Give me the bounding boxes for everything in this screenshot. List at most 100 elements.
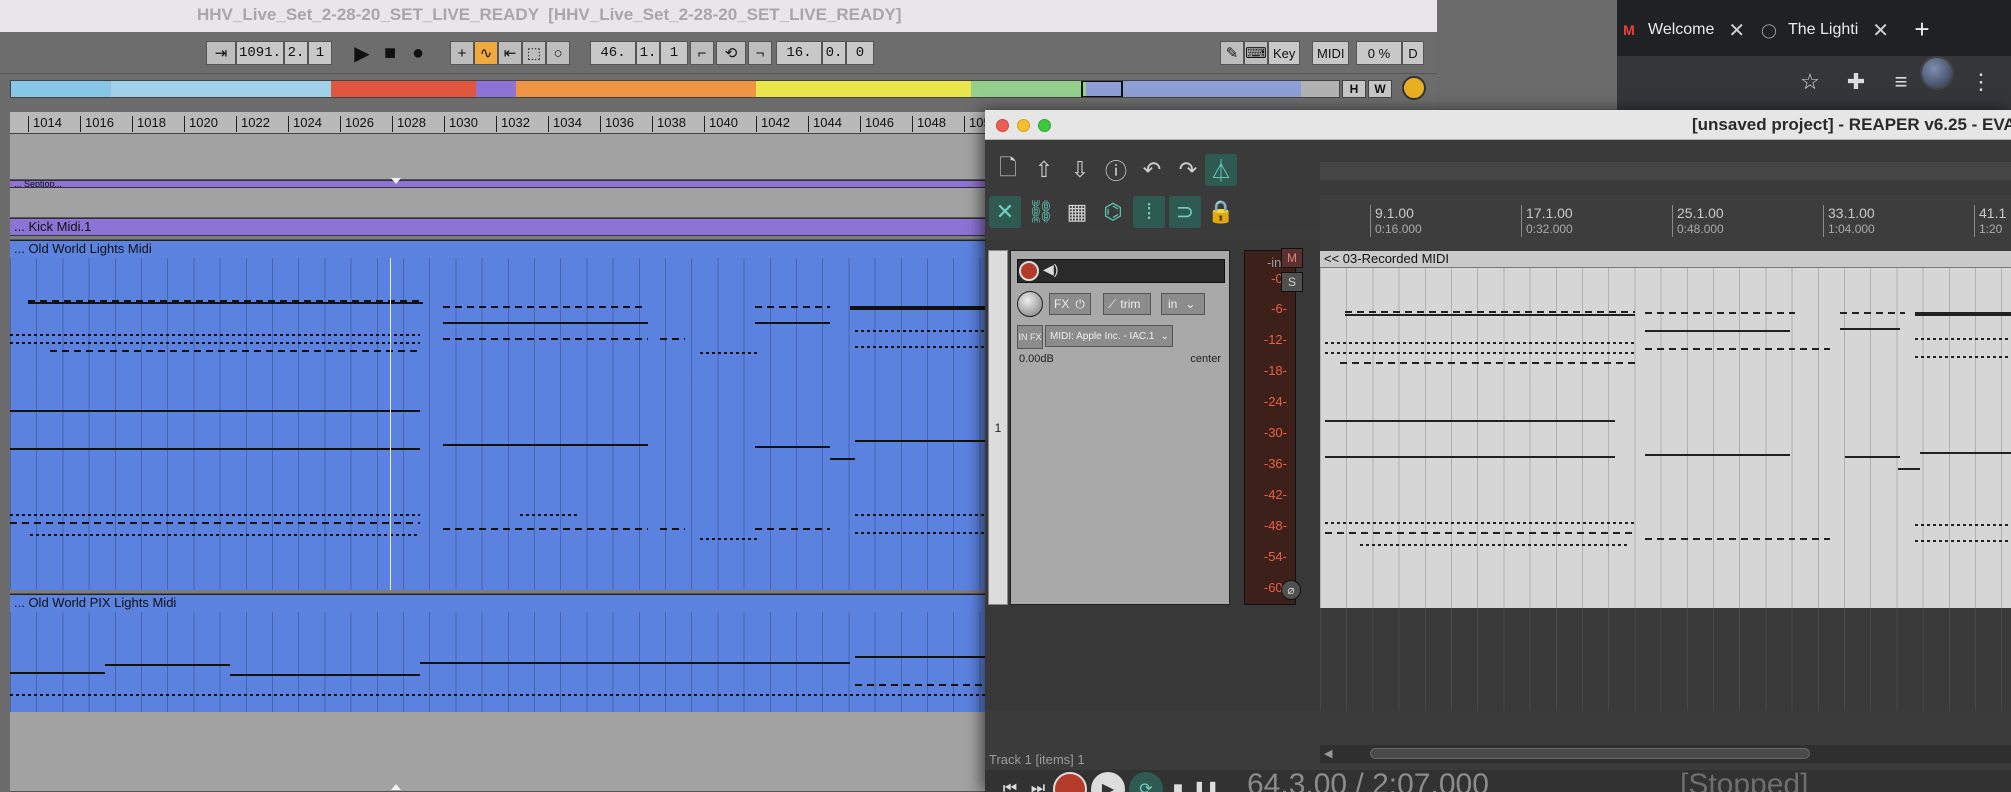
clip-header-old-world-lights[interactable]: ... Old World Lights Midi bbox=[10, 240, 995, 258]
reaper-timeline-ruler[interactable]: 9.1.00 0:16.000 17.1.00 0:32.000 25.1.00 0:… bbox=[1320, 195, 2011, 250]
play-button[interactable]: ▶ bbox=[350, 41, 374, 65]
pan-readout: center bbox=[1190, 353, 1221, 365]
arrangement-tracks[interactable]: ... Septiop... ... Kick Midi.1 ... Old W… bbox=[10, 134, 995, 792]
clip-header-old-world-pix-lights[interactable]: ... Old World PIX Lights Midi bbox=[10, 594, 995, 612]
fx-button[interactable]: FX ⏻ bbox=[1049, 293, 1091, 315]
record-input-selector[interactable]: MIDI: Apple Inc. - IAC.1 ⌄ bbox=[1045, 325, 1173, 347]
song-position-sixteenth[interactable]: 1 bbox=[308, 41, 332, 65]
loop-length-beat[interactable]: 0. bbox=[822, 41, 846, 65]
new-project-icon[interactable]: 🗋 bbox=[992, 154, 1024, 186]
chevron-down-icon: ⌄ bbox=[1160, 330, 1169, 342]
punch-in-icon[interactable]: ⌐ bbox=[690, 41, 714, 65]
ruler-tick: 1042 bbox=[756, 116, 790, 132]
loop-length-sixteenth[interactable]: 0 bbox=[846, 41, 874, 65]
loop-start-sixteenth[interactable]: 1 bbox=[660, 41, 688, 65]
loop-switch-icon[interactable]: ⟲ bbox=[716, 41, 746, 65]
record-button[interactable] bbox=[1053, 772, 1087, 792]
overview-viewport[interactable] bbox=[1081, 81, 1123, 97]
open-project-icon[interactable]: ⇩ bbox=[1064, 154, 1096, 186]
close-icon[interactable]: ✕ bbox=[1728, 18, 1745, 43]
menu-icon[interactable] bbox=[1402, 76, 1426, 100]
midi-item-header[interactable]: << 03-Recorded MIDI bbox=[1320, 251, 2011, 268]
reaper-title-bar: [unsaved project] - REAPER v6.25 - EVALU… bbox=[985, 110, 2011, 140]
song-position-bar[interactable]: 1091. bbox=[236, 41, 284, 65]
session-record-icon[interactable]: ○ bbox=[546, 41, 570, 65]
play-button[interactable]: ▶ bbox=[1091, 772, 1125, 792]
punch-out-icon[interactable]: ¬ bbox=[748, 41, 772, 65]
minimize-window-button[interactable] bbox=[1017, 119, 1030, 132]
item-grouping-icon[interactable]: ⛓ bbox=[1025, 196, 1057, 228]
loop-points-link-icon[interactable]: ⊃ bbox=[1169, 196, 1201, 228]
arrangement-overview[interactable] bbox=[10, 80, 1340, 98]
pause-button[interactable]: ❚❚ bbox=[1189, 772, 1223, 792]
horizontal-scrollbar[interactable]: ◀ bbox=[1320, 745, 2011, 763]
clip-body-old-world-lights[interactable] bbox=[10, 258, 995, 590]
mute-button[interactable]: M bbox=[1281, 248, 1303, 268]
speaker-icon[interactable]: ◀) bbox=[1043, 261, 1063, 281]
playhead-line bbox=[390, 258, 391, 590]
envelope-link-icon[interactable]: ⌬ bbox=[1097, 196, 1129, 228]
input-fx-button[interactable]: IN FX bbox=[1017, 325, 1043, 349]
browser-tab-the-lighting[interactable]: ◯ The Lighti ✕ bbox=[1750, 12, 1899, 48]
extensions-icon[interactable]: ✚ bbox=[1840, 66, 1872, 98]
ripple-edit-icon[interactable]: ✕ bbox=[989, 196, 1021, 228]
overview-h-button[interactable]: H bbox=[1342, 80, 1366, 98]
midi-item[interactable] bbox=[1320, 268, 2011, 608]
empty-track-lane[interactable] bbox=[10, 134, 995, 180]
go-to-end-icon[interactable]: ⏭ bbox=[1021, 772, 1055, 792]
empty-track-lane[interactable] bbox=[10, 712, 995, 792]
stop-button[interactable]: ■ bbox=[378, 41, 402, 65]
overview-w-button[interactable]: W bbox=[1368, 80, 1392, 98]
follow-icon[interactable]: ⇥ bbox=[206, 41, 236, 65]
input-monitor-button[interactable]: in ⌄ bbox=[1161, 293, 1205, 315]
lock-icon[interactable]: 🔒 bbox=[1205, 196, 1237, 228]
save-project-icon[interactable]: ⇧ bbox=[1028, 154, 1060, 186]
midi-map-button[interactable]: MIDI bbox=[1312, 41, 1350, 65]
phase-invert-icon[interactable]: ⌀ bbox=[1281, 580, 1301, 600]
redo-icon[interactable]: ↷ bbox=[1172, 154, 1204, 186]
metronome-icon[interactable]: ⏃ bbox=[1205, 154, 1237, 186]
new-tab-button[interactable]: + bbox=[1907, 14, 1937, 44]
loop-start-beat[interactable]: 1. bbox=[636, 41, 660, 65]
play-state-display: [Stopped] bbox=[1680, 770, 1809, 792]
clip-header-septiop[interactable]: ... Septiop... bbox=[10, 180, 995, 188]
song-position-beat[interactable]: 2. bbox=[284, 41, 308, 65]
track-control-panel[interactable]: ◀) FX ⏻ ⟋ trim in ⌄ IN FX MIDI: Apple Inc. … bbox=[1010, 250, 1230, 605]
draw-mode-icon[interactable]: ✎ bbox=[1220, 41, 1244, 65]
loop-length-bar[interactable]: 16. bbox=[776, 41, 822, 65]
grid-icon[interactable]: ▦ bbox=[1061, 196, 1093, 228]
loop-start-bar[interactable]: 46. bbox=[590, 41, 636, 65]
more-menu-icon[interactable]: ⋮ bbox=[1965, 66, 1997, 98]
record-arm-icon[interactable] bbox=[1019, 261, 1039, 281]
undo-icon[interactable]: ↶ bbox=[1136, 154, 1168, 186]
zoom-window-button[interactable] bbox=[1038, 119, 1051, 132]
scroll-left-icon[interactable]: ◀ bbox=[1324, 747, 1332, 760]
key-map-button[interactable]: Key bbox=[1268, 41, 1301, 65]
clip-header-kick-midi[interactable]: ... Kick Midi.1 bbox=[10, 218, 995, 236]
profile-avatar[interactable] bbox=[1920, 56, 1954, 90]
capture-icon[interactable]: ⬚ bbox=[522, 41, 546, 65]
automation-arm-icon[interactable]: ∿ bbox=[474, 41, 498, 65]
snap-grid-icon[interactable]: ⁞ bbox=[1133, 196, 1165, 228]
bookmark-star-icon[interactable]: ☆ bbox=[1794, 66, 1826, 98]
beat-time-ruler[interactable]: 1014 1016 1018 1020 1022 1024 1026 1028 … bbox=[10, 112, 995, 134]
clip-body-old-world-pix-lights[interactable] bbox=[10, 612, 995, 712]
reaper-arrange-view[interactable]: << 03-Recorded MIDI bbox=[1320, 251, 2011, 711]
scrollbar-thumb[interactable] bbox=[1370, 748, 1810, 759]
solo-button[interactable]: S bbox=[1281, 272, 1303, 292]
meter-scale-label: -36- bbox=[1263, 456, 1287, 471]
overdub-button[interactable]: + bbox=[450, 41, 474, 65]
trim-button[interactable]: ⟋ trim bbox=[1103, 293, 1151, 315]
repeat-icon[interactable]: ⟳ bbox=[1129, 772, 1163, 792]
close-window-button[interactable] bbox=[996, 119, 1009, 132]
computer-keyboard-icon[interactable]: ⌨ bbox=[1244, 41, 1268, 65]
record-button[interactable]: ● bbox=[406, 41, 430, 65]
reading-list-icon[interactable]: ≡ bbox=[1885, 66, 1917, 98]
empty-track-lane[interactable] bbox=[10, 188, 995, 218]
close-icon[interactable]: ✕ bbox=[1872, 18, 1889, 43]
track-number[interactable]: 1 bbox=[988, 250, 1008, 605]
back-to-arrangement-icon[interactable]: ⇤ bbox=[498, 41, 522, 65]
volume-knob[interactable] bbox=[1017, 291, 1043, 317]
browser-tab-welcome[interactable]: M Welcome ✕ bbox=[1610, 12, 1755, 48]
project-settings-icon[interactable]: ⓘ bbox=[1100, 154, 1132, 186]
